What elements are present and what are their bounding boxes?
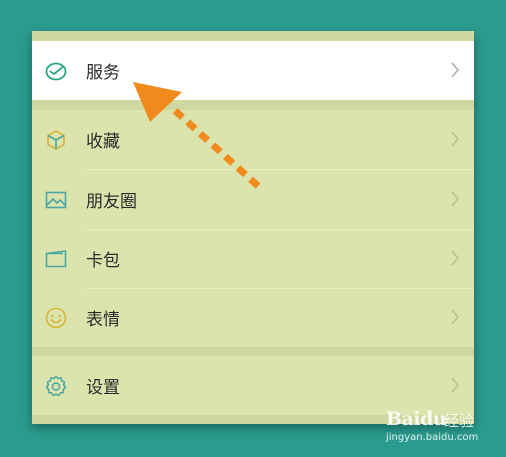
wallet-check-icon (43, 58, 69, 84)
section-gap (32, 347, 474, 356)
menu-item-label: 设置 (86, 378, 120, 398)
menu-item-moments[interactable]: 朋友圈 (32, 170, 474, 229)
cube-icon (43, 127, 69, 153)
menu-item-label: 卡包 (86, 251, 120, 271)
menu-item-favorites[interactable]: 收藏 (32, 110, 474, 169)
menu-item-settings[interactable]: 设置 (32, 356, 474, 415)
chevron-right-icon (448, 249, 462, 267)
baidu-jingyan-watermark: Baidu 经验 jingyan.baidu.com (386, 408, 494, 448)
menu-item-service[interactable]: 服务 (32, 41, 474, 100)
chevron-right-icon (448, 308, 462, 326)
watermark-logo: Baidu (386, 408, 447, 430)
watermark-url: jingyan.baidu.com (386, 432, 479, 443)
menu-item-cards[interactable]: 卡包 (32, 229, 474, 288)
chevron-right-icon (448, 61, 462, 79)
section-gap (32, 100, 474, 110)
card-wallet-icon (43, 246, 69, 272)
chevron-right-icon (448, 130, 462, 148)
chevron-right-icon (448, 376, 462, 394)
smiley-icon (43, 305, 69, 331)
menu-item-stickers[interactable]: 表情 (32, 288, 474, 347)
gear-icon (43, 373, 69, 399)
watermark-text: 经验 (444, 412, 475, 430)
menu-item-label: 朋友圈 (86, 192, 137, 212)
image-icon (43, 187, 69, 213)
top-gap (32, 31, 474, 41)
menu-item-label: 服务 (86, 63, 120, 83)
chevron-right-icon (448, 190, 462, 208)
menu-item-label: 收藏 (86, 132, 120, 152)
menu-item-label: 表情 (86, 310, 120, 330)
me-menu-panel: 服务 收藏 朋友圈 卡包 表情 设置 (32, 31, 474, 424)
